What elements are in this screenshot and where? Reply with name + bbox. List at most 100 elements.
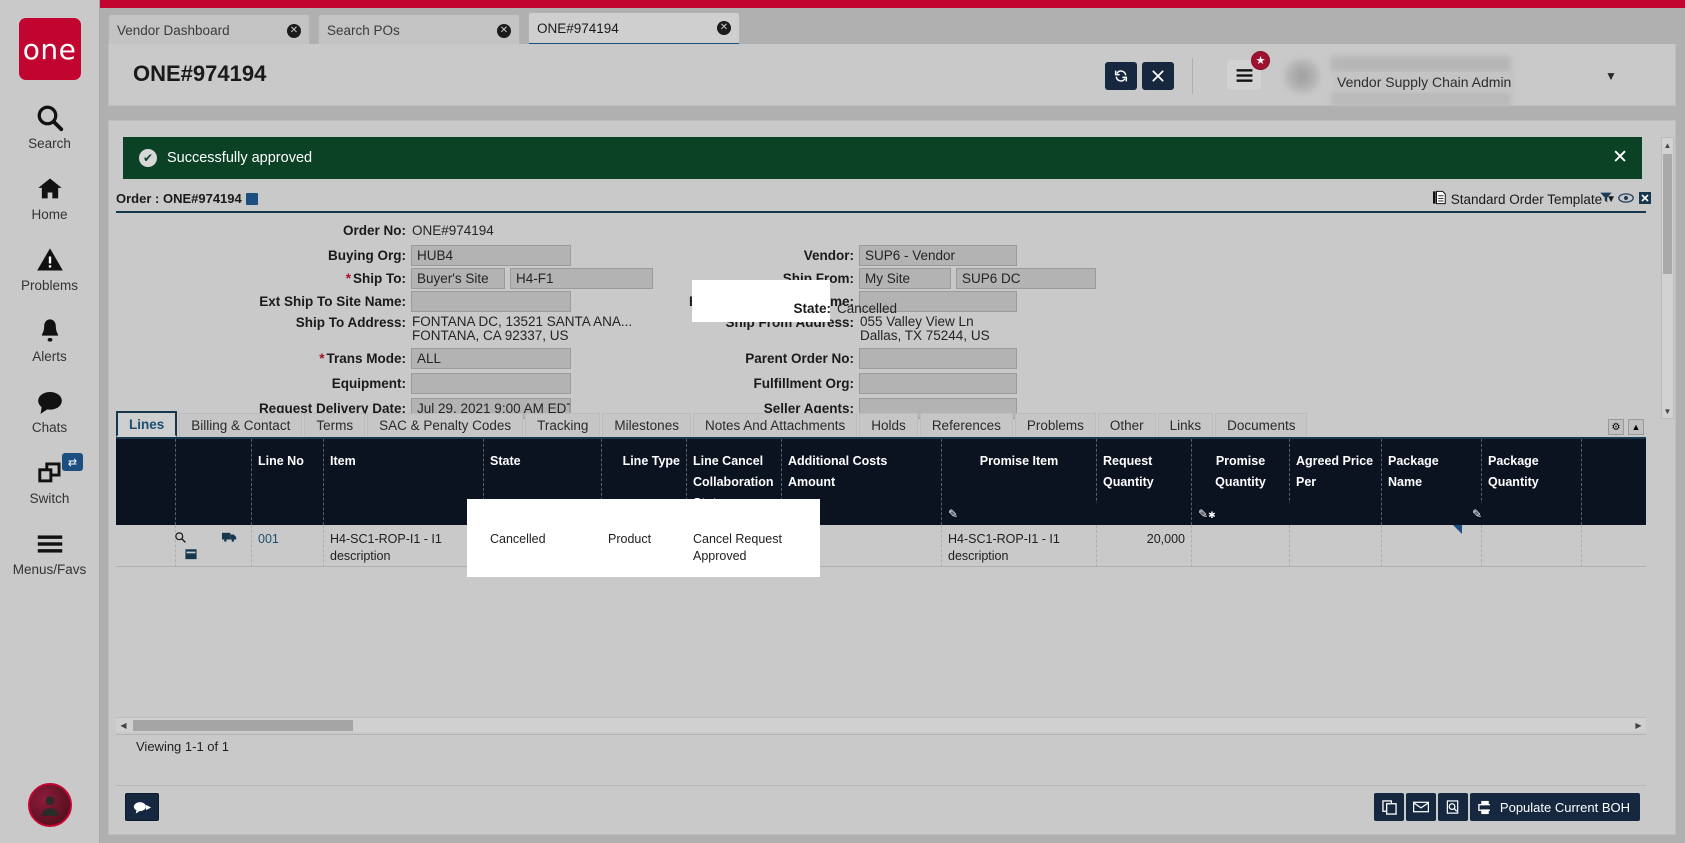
edit-pencil-icon[interactable]: ✎✱	[1198, 507, 1216, 521]
star-badge-icon[interactable]: ★	[1251, 51, 1270, 70]
order-template-actions	[1599, 191, 1651, 207]
row-actions-1[interactable]	[116, 525, 176, 567]
grid-col-agreed-price-per[interactable]: Agreed Price Per	[1290, 439, 1382, 525]
edit-pencil-icon[interactable]: ✎	[1472, 507, 1482, 521]
eye-icon[interactable]	[1618, 192, 1634, 207]
banner-close-icon[interactable]: ✕	[1612, 148, 1628, 167]
gear-icon[interactable]: ⚙	[1608, 419, 1624, 435]
tab-label: Holds	[871, 418, 906, 433]
tab-search-pos[interactable]: Search POs ✕	[318, 14, 520, 46]
tab-sac-penalty-codes[interactable]: SAC & Penalty Codes	[367, 413, 523, 437]
collapse-icon[interactable]: ▲	[1628, 419, 1644, 435]
field-label-parent-order-no: Parent Order No:	[576, 351, 854, 366]
field-label-trans-mode: *Trans Mode:	[116, 351, 406, 366]
tab-label: Other	[1110, 418, 1144, 433]
grid-edit-cell-package-quantity[interactable]: ✎	[1466, 503, 1566, 525]
close-icon[interactable]: ✕	[717, 21, 731, 35]
close-icon[interactable]: ✕	[497, 24, 511, 38]
sidebar-item-home[interactable]: Home	[0, 172, 99, 222]
field-value-ext-ship-to-site-name[interactable]	[411, 291, 571, 312]
table-row[interactable]: 001 H4-SC1-ROP-I1 - I1 description H4-SC…	[116, 525, 1646, 567]
close-icon[interactable]: ✕	[287, 24, 301, 38]
tab-other[interactable]: Other	[1098, 413, 1156, 437]
grid-col-item[interactable]: Item	[324, 439, 484, 525]
form-scrollbar[interactable]: ▲ ▼	[1661, 137, 1674, 419]
ship-to-address-line2: FONTANA, CA 92337, US	[412, 328, 569, 343]
scroll-right-icon[interactable]: ▶	[1631, 718, 1646, 732]
mail-button[interactable]	[1406, 793, 1436, 821]
field-value-ship-to-type[interactable]: Buyer's Site	[411, 268, 505, 289]
tab-tracking[interactable]: Tracking	[525, 413, 600, 437]
field-value-buying-org[interactable]: HUB4	[411, 245, 571, 266]
field-label-ship-to: *Ship To:	[116, 271, 406, 286]
field-label-ship-to-address: Ship To Address:	[116, 313, 406, 330]
ship-from-address-line2: Dallas, TX 75244, US	[860, 328, 990, 343]
grid-col-actions1	[116, 439, 176, 525]
grid-edit-cell-promise-item[interactable]: ✎	[942, 503, 1097, 525]
cell-line-cancel-collaboration-status: Cancel Request Approved	[693, 531, 783, 565]
calendar-icon[interactable]	[185, 549, 197, 563]
tab-milestones[interactable]: Milestones	[602, 413, 691, 437]
one-logo[interactable]: one	[19, 18, 81, 80]
field-value-fulfillment-org[interactable]	[859, 373, 1017, 394]
chevron-down-icon[interactable]: ▼	[1587, 62, 1635, 90]
tab-vendor-dashboard[interactable]: Vendor Dashboard ✕	[108, 14, 310, 46]
order-flag-icon[interactable]	[246, 193, 258, 205]
cell-line-no[interactable]: 001	[252, 525, 324, 567]
filter-icon[interactable]	[1599, 191, 1613, 207]
audit-button[interactable]	[1438, 793, 1468, 821]
tab-lines[interactable]: Lines	[116, 411, 177, 437]
truck-icon[interactable]	[222, 532, 237, 546]
sidebar-item-menus-favs[interactable]: Menus/Favs	[0, 527, 99, 577]
scrollbar-thumb[interactable]	[1663, 154, 1672, 274]
grid-col-line-no[interactable]: Line No	[252, 439, 324, 525]
scroll-left-icon[interactable]: ◀	[116, 718, 131, 732]
tab-notes-and-attachments[interactable]: Notes And Attachments	[693, 413, 857, 437]
chat-play-button[interactable]	[125, 793, 159, 821]
field-value-trans-mode[interactable]: ALL	[411, 348, 571, 369]
tab-one-974194[interactable]: ONE#974194 ✕	[528, 12, 740, 46]
copy-button[interactable]	[1374, 793, 1404, 821]
tab-terms[interactable]: Terms	[304, 413, 365, 437]
switch-badge-icon[interactable]: ⇄	[62, 453, 83, 471]
refresh-button[interactable]	[1105, 62, 1137, 90]
grid-col-request-quantity[interactable]: Request Quantity	[1097, 439, 1192, 525]
field-value-parent-order-no[interactable]	[859, 348, 1017, 369]
order-form: Order No: ONE#974194 Buying Org: HUB4 *S…	[116, 211, 1646, 444]
tab-references[interactable]: References	[920, 413, 1013, 437]
tab-problems[interactable]: Problems	[1015, 413, 1096, 437]
tab-billing-contact[interactable]: Billing & Contact	[179, 413, 302, 437]
sidebar-item-alerts[interactable]: Alerts	[0, 314, 99, 364]
sidebar-item-problems[interactable]: Problems	[0, 243, 99, 293]
field-value-equipment[interactable]	[411, 373, 571, 394]
sidebar-item-search[interactable]: Search	[0, 101, 99, 151]
grid-horizontal-scrollbar[interactable]: ◀ ▶	[116, 717, 1646, 732]
warning-triangle-icon	[33, 243, 67, 277]
sidebar-item-switch[interactable]: ⇄ Switch	[0, 456, 99, 506]
lines-grid: Line No Item State Line Type Line Cancel…	[116, 437, 1646, 782]
cell-promise-quantity[interactable]	[1192, 525, 1290, 567]
field-value-ship-from-site[interactable]: SUP6 DC	[956, 268, 1096, 289]
avatar[interactable]	[1284, 58, 1320, 94]
tab-label: References	[932, 418, 1001, 433]
row-actions-2[interactable]	[176, 525, 252, 567]
field-label-buying-org: Buying Org:	[116, 248, 406, 263]
field-value-ship-from-type[interactable]: My Site	[859, 268, 951, 289]
close-icon[interactable]	[1639, 192, 1651, 207]
order-template-selector[interactable]: Standard Order Template ▼	[1433, 190, 1616, 208]
tab-holds[interactable]: Holds	[859, 413, 918, 437]
scrollbar-thumb[interactable]	[133, 720, 353, 731]
tab-links[interactable]: Links	[1158, 413, 1214, 437]
field-value-vendor[interactable]: SUP6 - Vendor	[859, 245, 1017, 266]
grid-edit-cell-promise-quantity[interactable]: ✎✱	[1192, 503, 1290, 525]
close-button[interactable]	[1142, 62, 1174, 90]
populate-current-boh-button[interactable]: Populate Current BOH	[1490, 793, 1640, 821]
edit-pencil-icon[interactable]: ✎	[948, 507, 958, 521]
sidebar-item-chats[interactable]: Chats	[0, 385, 99, 435]
success-banner: ✔ Successfully approved ✕	[123, 137, 1642, 179]
sidebar-avatar[interactable]	[28, 783, 72, 827]
scroll-down-icon[interactable]: ▼	[1662, 404, 1673, 418]
tab-documents[interactable]: Documents	[1215, 413, 1307, 437]
hamburger-icon	[33, 527, 67, 561]
scroll-up-icon[interactable]: ▲	[1662, 138, 1673, 152]
